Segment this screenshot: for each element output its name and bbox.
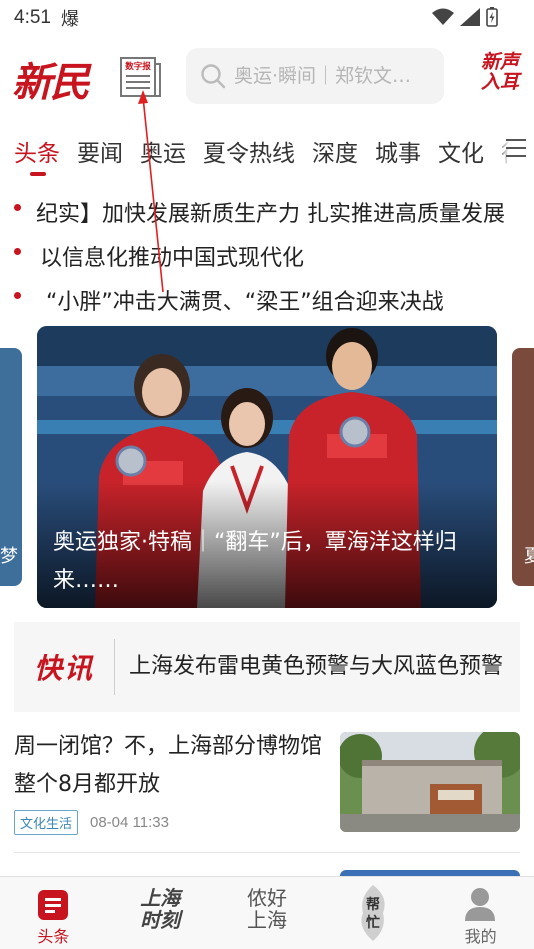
headline-text: 以信息化推动中国式现代化 [40, 246, 305, 271]
audio-logo-line1: 新声 [480, 51, 519, 73]
search-input[interactable] [234, 65, 444, 87]
notification-icon: 爆 [60, 9, 79, 30]
next-card-caption: 夏 [524, 546, 534, 567]
nav-profile[interactable]: 我的 [427, 877, 534, 949]
nav-help[interactable]: 帮 忙 [320, 877, 427, 949]
search-icon [201, 64, 226, 89]
help-brush-icon: 帮 忙 [361, 885, 386, 941]
audio-logo-line2: 入耳 [480, 71, 519, 93]
nav-label: 头条 [37, 927, 70, 946]
headline-text: 纪实】加快发展新质生产力 扎实推进高质量发展 [36, 202, 505, 227]
bullet-dot [14, 292, 21, 299]
tab-olympics[interactable]: 奥运 [140, 134, 186, 168]
tab-in-depth[interactable]: 深度 [312, 134, 358, 168]
nav-shanghai-moment[interactable]: 上海 时刻 [107, 877, 214, 949]
user-icon [465, 888, 496, 921]
museum-photo [340, 732, 520, 832]
search-bar[interactable] [186, 48, 444, 104]
tab-headlines[interactable]: 头条 [14, 134, 60, 168]
article-thumbnail [340, 732, 520, 832]
svg-text:帮: 帮 [366, 896, 380, 913]
status-icons [432, 7, 498, 27]
app-header: 新民 数字报 新声 入耳 [0, 40, 534, 112]
carousel-main-card[interactable]: 奥运独家·特稿｜“翻车”后，覃海洋这样归来…… [37, 326, 497, 608]
svg-text:忙: 忙 [366, 914, 380, 931]
carousel-caption: 奥运独家·特稿｜“翻车”后，覃海洋这样归来…… [53, 530, 457, 593]
bottom-nav: 头条 上海 时刻 侬好 上海 帮 忙 我的 [0, 876, 534, 949]
tab-news[interactable]: 要闻 [77, 134, 123, 168]
flash-news-banner[interactable]: 快讯 上海发布雷电黄色预警与大风蓝色预警 [14, 622, 520, 712]
signal-icon [460, 8, 480, 26]
active-tab-indicator [30, 172, 46, 176]
status-time: 4:51 [14, 7, 51, 28]
tab-summer-hotline[interactable]: 夏令热线 [203, 134, 295, 168]
app-logo[interactable]: 新民 [12, 50, 90, 108]
channel-menu-icon[interactable] [504, 136, 528, 160]
carousel-next-card[interactable]: 夏 [512, 348, 534, 586]
battery-icon [486, 7, 498, 27]
prev-card-caption: 梦 [0, 546, 18, 567]
list-item[interactable]: 纪实】加快发展新质生产力 扎实推进高质量发展 [0, 188, 534, 232]
headline-list: 纪实】加快发展新质生产力 扎实推进高质量发展 以信息化推动中国式现代化 “小胖”… [0, 188, 534, 320]
wifi-icon [432, 8, 454, 25]
flash-news-text: 上海发布雷电黄色预警与大风蓝色预警 [129, 654, 504, 679]
list-item[interactable]: “小胖”冲击大满贯、“梁王”组合迎来决战 [0, 276, 534, 320]
article-title: 周一闭馆？不，上海部分博物馆整个8月都开放 [14, 734, 323, 797]
hello-shanghai-logo: 侬好 上海 [246, 886, 287, 932]
newspaper-icon: 数字报 [120, 57, 161, 97]
status-bar: 4:51 爆 [0, 0, 534, 36]
channel-tabs: 头条 要闻 奥运 夏令热线 深度 城事 文化 行 [0, 128, 534, 178]
headline-text: “小胖”冲击大满贯、“梁王”组合迎来决战 [46, 290, 444, 315]
article-card[interactable]: 周一闭馆？不，上海部分博物馆整个8月都开放 文化生活 08-04 11:33 [14, 728, 520, 836]
article-timestamp: 08-04 11:33 [90, 814, 169, 831]
nav-label: 我的 [464, 927, 497, 946]
tab-culture[interactable]: 文化 [438, 134, 484, 168]
category-tag[interactable]: 文化生活 [14, 810, 79, 835]
carousel-prev-card[interactable]: 梦 [0, 348, 22, 586]
bullet-dot [14, 248, 21, 255]
digital-paper-button[interactable]: 数字报 [118, 54, 164, 100]
shanghai-moment-logo: 上海 时刻 [140, 886, 181, 932]
nav-hello-shanghai[interactable]: 侬好 上海 [214, 877, 321, 949]
digital-paper-label: 数字报 [125, 61, 151, 72]
headlines-icon [38, 890, 68, 920]
audio-channel-button[interactable]: 新声 入耳 [472, 52, 528, 92]
list-item[interactable]: 以信息化推动中国式现代化 [0, 232, 534, 276]
list-divider [14, 852, 520, 853]
flash-news-label: 快讯 [33, 652, 94, 685]
tab-city[interactable]: 城事 [375, 134, 421, 168]
feature-carousel[interactable]: 梦 奥运独家·特稿｜“翻车”后，覃海洋这样归来…… 夏 [0, 326, 534, 610]
nav-headlines[interactable]: 头条 [0, 877, 107, 949]
bullet-dot [14, 204, 21, 211]
divider [114, 639, 115, 695]
